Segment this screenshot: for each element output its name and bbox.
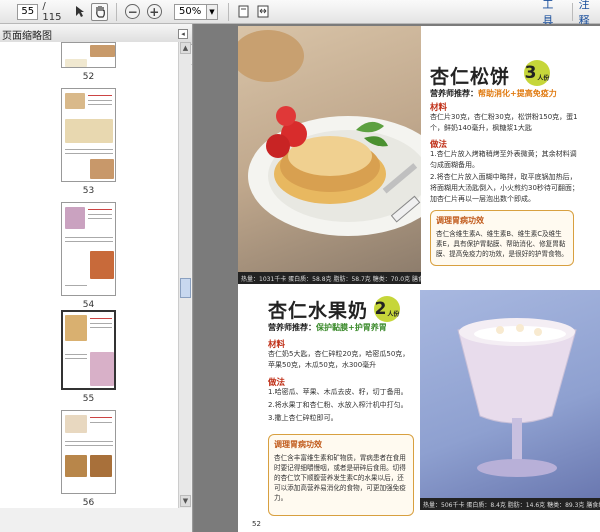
nutrition-bar: 热量：506千卡 蛋白质：8.4克 脂肪：14.6克 糖类：89.3克 膳食纤维… <box>420 498 600 510</box>
benefit-box: 调理胃病功效 杏仁含维生素A、维生素B、维生素C及维生素E，具有保护胃黏膜、帮助… <box>430 210 574 266</box>
step-text: 2.将水果丁和杏仁粉、水放入榨汁机中打匀。 <box>268 401 408 409</box>
document-page: 热量：1031千卡 蛋白质：58.8克 脂肪：58.7克 糖类：70.0克 膳食… <box>238 26 600 532</box>
toolbar-separator <box>116 2 118 21</box>
scroll-down-icon[interactable]: ▼ <box>180 495 191 507</box>
panel-title: 页面缩略图 <box>2 30 52 42</box>
benefit-title: 调理胃病功效 <box>274 440 322 449</box>
zoom-in-icon[interactable]: + <box>146 4 162 19</box>
toolbar: 55 / 115 − + 50% ▼ 工具 注释 <box>0 0 600 27</box>
thumbnail-label: 52 <box>82 72 95 82</box>
step-text: 3.撒上杏仁碎粒即可。 <box>268 414 338 422</box>
nutrition-bar: 热量：1031千卡 蛋白质：58.8克 脂肪：58.7克 糖类：70.0克 膳食… <box>238 272 421 284</box>
panel-collapse-icon[interactable]: ◂ <box>178 29 188 39</box>
toolbar-separator <box>228 2 230 21</box>
almond-fruit-milk-photo <box>420 290 600 498</box>
recipe-title: 杏仁水果奶 <box>268 300 369 322</box>
servings-badge: 3 人份 <box>524 60 550 86</box>
thumbnail-label: 56 <box>82 498 95 508</box>
thumbnail-label: 54 <box>82 300 95 310</box>
materials-text: 杏仁片30克，杏仁粉30克，松饼粉150克，蛋1个，鲜奶140毫升，枫糖浆1大匙 <box>430 113 578 132</box>
thumbnail-page-55[interactable] <box>61 310 116 390</box>
page-total: / 115 <box>42 0 62 23</box>
toolbar-separator <box>571 2 573 21</box>
thumbnail-page-56[interactable] <box>61 410 116 494</box>
step-text: 1.杏仁片放入烤箱稍烤至外表微黄；其余材料调匀成面糊备用。 <box>430 150 577 169</box>
hand-tool-icon[interactable] <box>90 2 109 21</box>
step-text: 1.哈密瓜、苹果、木瓜去皮、籽，切丁备用。 <box>268 388 408 396</box>
thumbnail-label: 55 <box>82 394 95 404</box>
thumbnail-list: 52 53 54 55 56 <box>0 42 178 508</box>
scrollbar-thumb[interactable] <box>180 278 191 298</box>
step-text: 2.将杏仁片放入面糊中略拌，取平底锅加热后，将面糊用大汤匙倒入，小火煎约30秒待… <box>430 173 579 203</box>
zoom-out-icon[interactable]: − <box>125 4 140 19</box>
dietitian-recommend: 营养师推荐：保护黏膜+护胃养胃 <box>268 323 387 332</box>
thumbnail-page-54[interactable] <box>61 202 116 296</box>
recipe-title: 杏仁松饼 <box>430 66 511 88</box>
benefit-text: 杏仁含维生素A、维生素B、维生素C及维生素E，具有保护胃黏膜、帮助消化、修复胃黏… <box>436 230 568 258</box>
zoom-level-input[interactable]: 50% <box>173 3 207 20</box>
benefit-title: 调理胃病功效 <box>436 216 484 225</box>
almond-pancake-photo <box>238 26 421 284</box>
select-arrow-icon[interactable] <box>73 3 87 21</box>
fit-width-icon[interactable] <box>255 3 271 21</box>
scroll-up-icon[interactable]: ▲ <box>180 42 191 54</box>
thumbnail-label: 53 <box>82 186 95 196</box>
benefit-box: 调理胃病功效 杏仁含丰富维生素和矿物质，胃病患者在食用时要记得细嚼慢咽，或者是研… <box>268 434 414 516</box>
thumbnail-scrollbar[interactable]: ▲ ▼ <box>178 42 191 508</box>
thumbnail-page-52[interactable] <box>61 42 116 68</box>
page-number: 52 <box>252 520 261 528</box>
page-number-input[interactable]: 55 <box>17 3 39 20</box>
dietitian-recommend: 营养师推荐：帮助消化+提高免疫力 <box>430 89 557 98</box>
document-view[interactable]: 热量：1031千卡 蛋白质：58.8克 脂肪：58.7克 糖类：70.0克 膳食… <box>194 24 600 532</box>
materials-text: 杏仁奶5大匙，杏仁碎粒20克，哈密瓜50克，苹果50克，木瓜50克，水300毫升 <box>268 350 410 369</box>
zoom-dropdown-icon[interactable]: ▼ <box>206 3 219 20</box>
benefit-text: 杏仁含丰富维生素和矿物质，胃病患者在食用时要记得细嚼慢咽，或者是研碎后食用。切得… <box>274 454 406 502</box>
servings-badge: 2 人份 <box>374 296 400 322</box>
fit-page-icon[interactable] <box>235 3 251 21</box>
thumbnail-page-53[interactable] <box>61 88 116 182</box>
